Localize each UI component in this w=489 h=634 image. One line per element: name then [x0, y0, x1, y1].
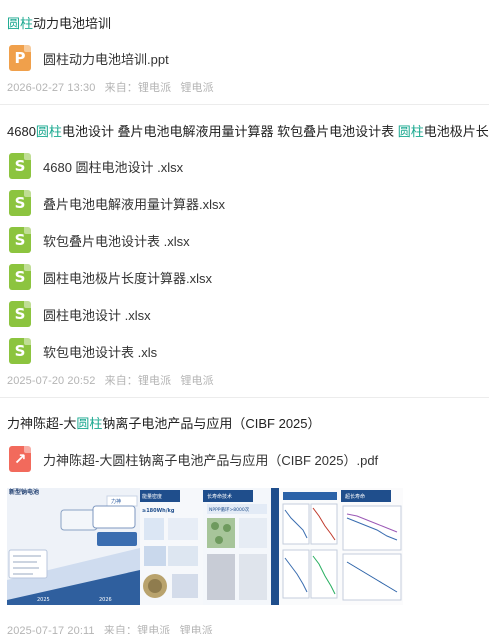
title-text: 4680	[7, 124, 36, 139]
file-item[interactable]: ↗ 力神陈超-大圆柱钠离子电池产品与应用（CIBF 2025）.pdf	[9, 446, 479, 472]
file-name: 圆柱动力电池培训.ppt	[43, 51, 169, 67]
title-text: 力神陈超-大	[7, 416, 77, 431]
from-label: 来自：	[104, 375, 138, 387]
author-link[interactable]: 锂电派	[180, 625, 213, 634]
file-item[interactable]: S 软包叠片电池设计表 .xlsx	[9, 227, 479, 253]
result-meta: 2025-07-17 20:11 来自：锂电派 锂电派	[7, 622, 219, 634]
file-name: 力神陈超-大圆柱钠离子电池产品与应用（CIBF 2025）.pdf	[43, 452, 379, 468]
title-highlight: 圆柱	[76, 416, 103, 431]
source-link[interactable]: 锂电派	[138, 375, 171, 387]
file-name: 4680 圆柱电池设计 .xlsx	[43, 159, 184, 175]
source-link[interactable]: 锂电派	[138, 82, 171, 94]
result-meta: 2025-07-20 20:52 来自：锂电派 锂电派	[7, 372, 220, 388]
divider	[0, 104, 489, 105]
file-name: 软包叠片电池设计表 .xlsx	[43, 233, 190, 249]
thumb-title: 长寿命技术	[207, 493, 232, 500]
preview-thumbnail[interactable]: 超长寿命	[341, 488, 403, 605]
pdf-file-icon: ↗	[9, 446, 31, 472]
slide-preview-image: 新型钠电池 力神 2025 2026	[7, 488, 140, 605]
ppt-file-icon: P	[9, 45, 31, 71]
title-highlight: 圆柱	[7, 16, 34, 31]
thumb-value: ≥180Wh/kg	[142, 508, 175, 514]
title-text: 电池设计 叠片电池电解液用量计算器 软包叠片电池设计表	[61, 124, 398, 139]
source-link[interactable]: 锂电派	[137, 625, 170, 634]
result-title[interactable]: 圆柱动力电池培训	[7, 15, 489, 33]
thumb-title: 新型钠电池	[9, 488, 39, 496]
result-date: 2026-02-27 13:30	[7, 82, 96, 94]
preview-thumbnail[interactable]: 新型钠电池 力神 2025 2026	[7, 488, 140, 605]
result-title[interactable]: 力神陈超-大圆柱钠离子电池产品与应用（CIBF 2025）	[7, 415, 489, 433]
file-item[interactable]: S 圆柱电池设计 .xlsx	[9, 301, 479, 327]
file-item[interactable]: S 圆柱电池极片长度计算器.xlsx	[9, 264, 479, 290]
result-meta: 2026-02-27 13:30 来自：锂电派 锂电派	[7, 79, 220, 95]
result-date: 2025-07-17 20:11	[7, 625, 95, 634]
author-link[interactable]: 锂电派	[180, 375, 213, 387]
from-label: 来自：	[104, 82, 138, 94]
file-name: 软包电池设计表 .xls	[43, 344, 158, 360]
title-highlight: 圆柱	[397, 124, 424, 139]
preview-thumbnail[interactable]: 长寿命技术 NPPP循环>8000次	[203, 488, 271, 605]
slide-preview-image	[271, 488, 341, 605]
result-title[interactable]: 4680圆柱电池设计 叠片电池电解液用量计算器 软包叠片电池设计表 圆柱电池极片…	[7, 123, 489, 141]
file-item[interactable]: S 软包电池设计表 .xls	[9, 338, 479, 364]
preview-thumbnail[interactable]: 能量密度 ≥180Wh/kg	[140, 488, 203, 605]
xlsx-file-icon: S	[9, 190, 31, 216]
slide-preview-image: 能量密度 ≥180Wh/kg	[140, 488, 203, 605]
file-name: 圆柱电池极片长度计算器.xlsx	[43, 270, 213, 286]
thumb-logo: 力神	[111, 498, 121, 505]
title-text: 动力电池培训	[33, 16, 112, 31]
xlsx-file-icon: S	[9, 227, 31, 253]
pdf-preview-thumbnails[interactable]: 新型钠电池 力神 2025 2026 能量密度 ≥180Wh/kg 长寿命技术 …	[7, 488, 403, 605]
file-item[interactable]: S 4680 圆柱电池设计 .xlsx	[9, 153, 479, 179]
from-label: 来自：	[103, 625, 138, 634]
slide-preview-image: 长寿命技术 NPPP循环>8000次	[203, 488, 271, 605]
file-item[interactable]: S 叠片电池电解液用量计算器.xlsx	[9, 190, 479, 216]
thumb-title: 能量密度	[142, 493, 162, 500]
file-name: 圆柱电池设计 .xlsx	[43, 307, 151, 323]
result-date: 2025-07-20 20:52	[7, 375, 96, 387]
thumb-value: NPPP循环>8000次	[209, 506, 250, 513]
title-highlight: 圆柱	[35, 124, 62, 139]
divider	[0, 397, 489, 398]
xlsx-file-icon: S	[9, 153, 31, 179]
title-text: 电池极片长度计算器	[423, 124, 489, 139]
search-results-feed: 圆柱动力电池培训 P 圆柱动力电池培训.ppt 2026-02-27 13:30…	[0, 0, 489, 634]
xlsx-file-icon: S	[9, 264, 31, 290]
xlsx-file-icon: S	[9, 301, 31, 327]
thumb-year: 2025	[37, 597, 50, 603]
author-link[interactable]: 锂电派	[180, 82, 213, 94]
file-item[interactable]: P 圆柱动力电池培训.ppt	[9, 45, 479, 71]
xls-file-icon: S	[9, 338, 31, 364]
thumb-title: 超长寿命	[345, 493, 365, 500]
title-text: 钠离子电池产品与应用（CIBF 2025）	[102, 416, 321, 431]
thumb-year: 2026	[99, 597, 112, 603]
slide-preview-image: 超长寿命	[341, 488, 403, 605]
file-name: 叠片电池电解液用量计算器.xlsx	[43, 196, 226, 212]
preview-thumbnail[interactable]	[271, 488, 341, 605]
